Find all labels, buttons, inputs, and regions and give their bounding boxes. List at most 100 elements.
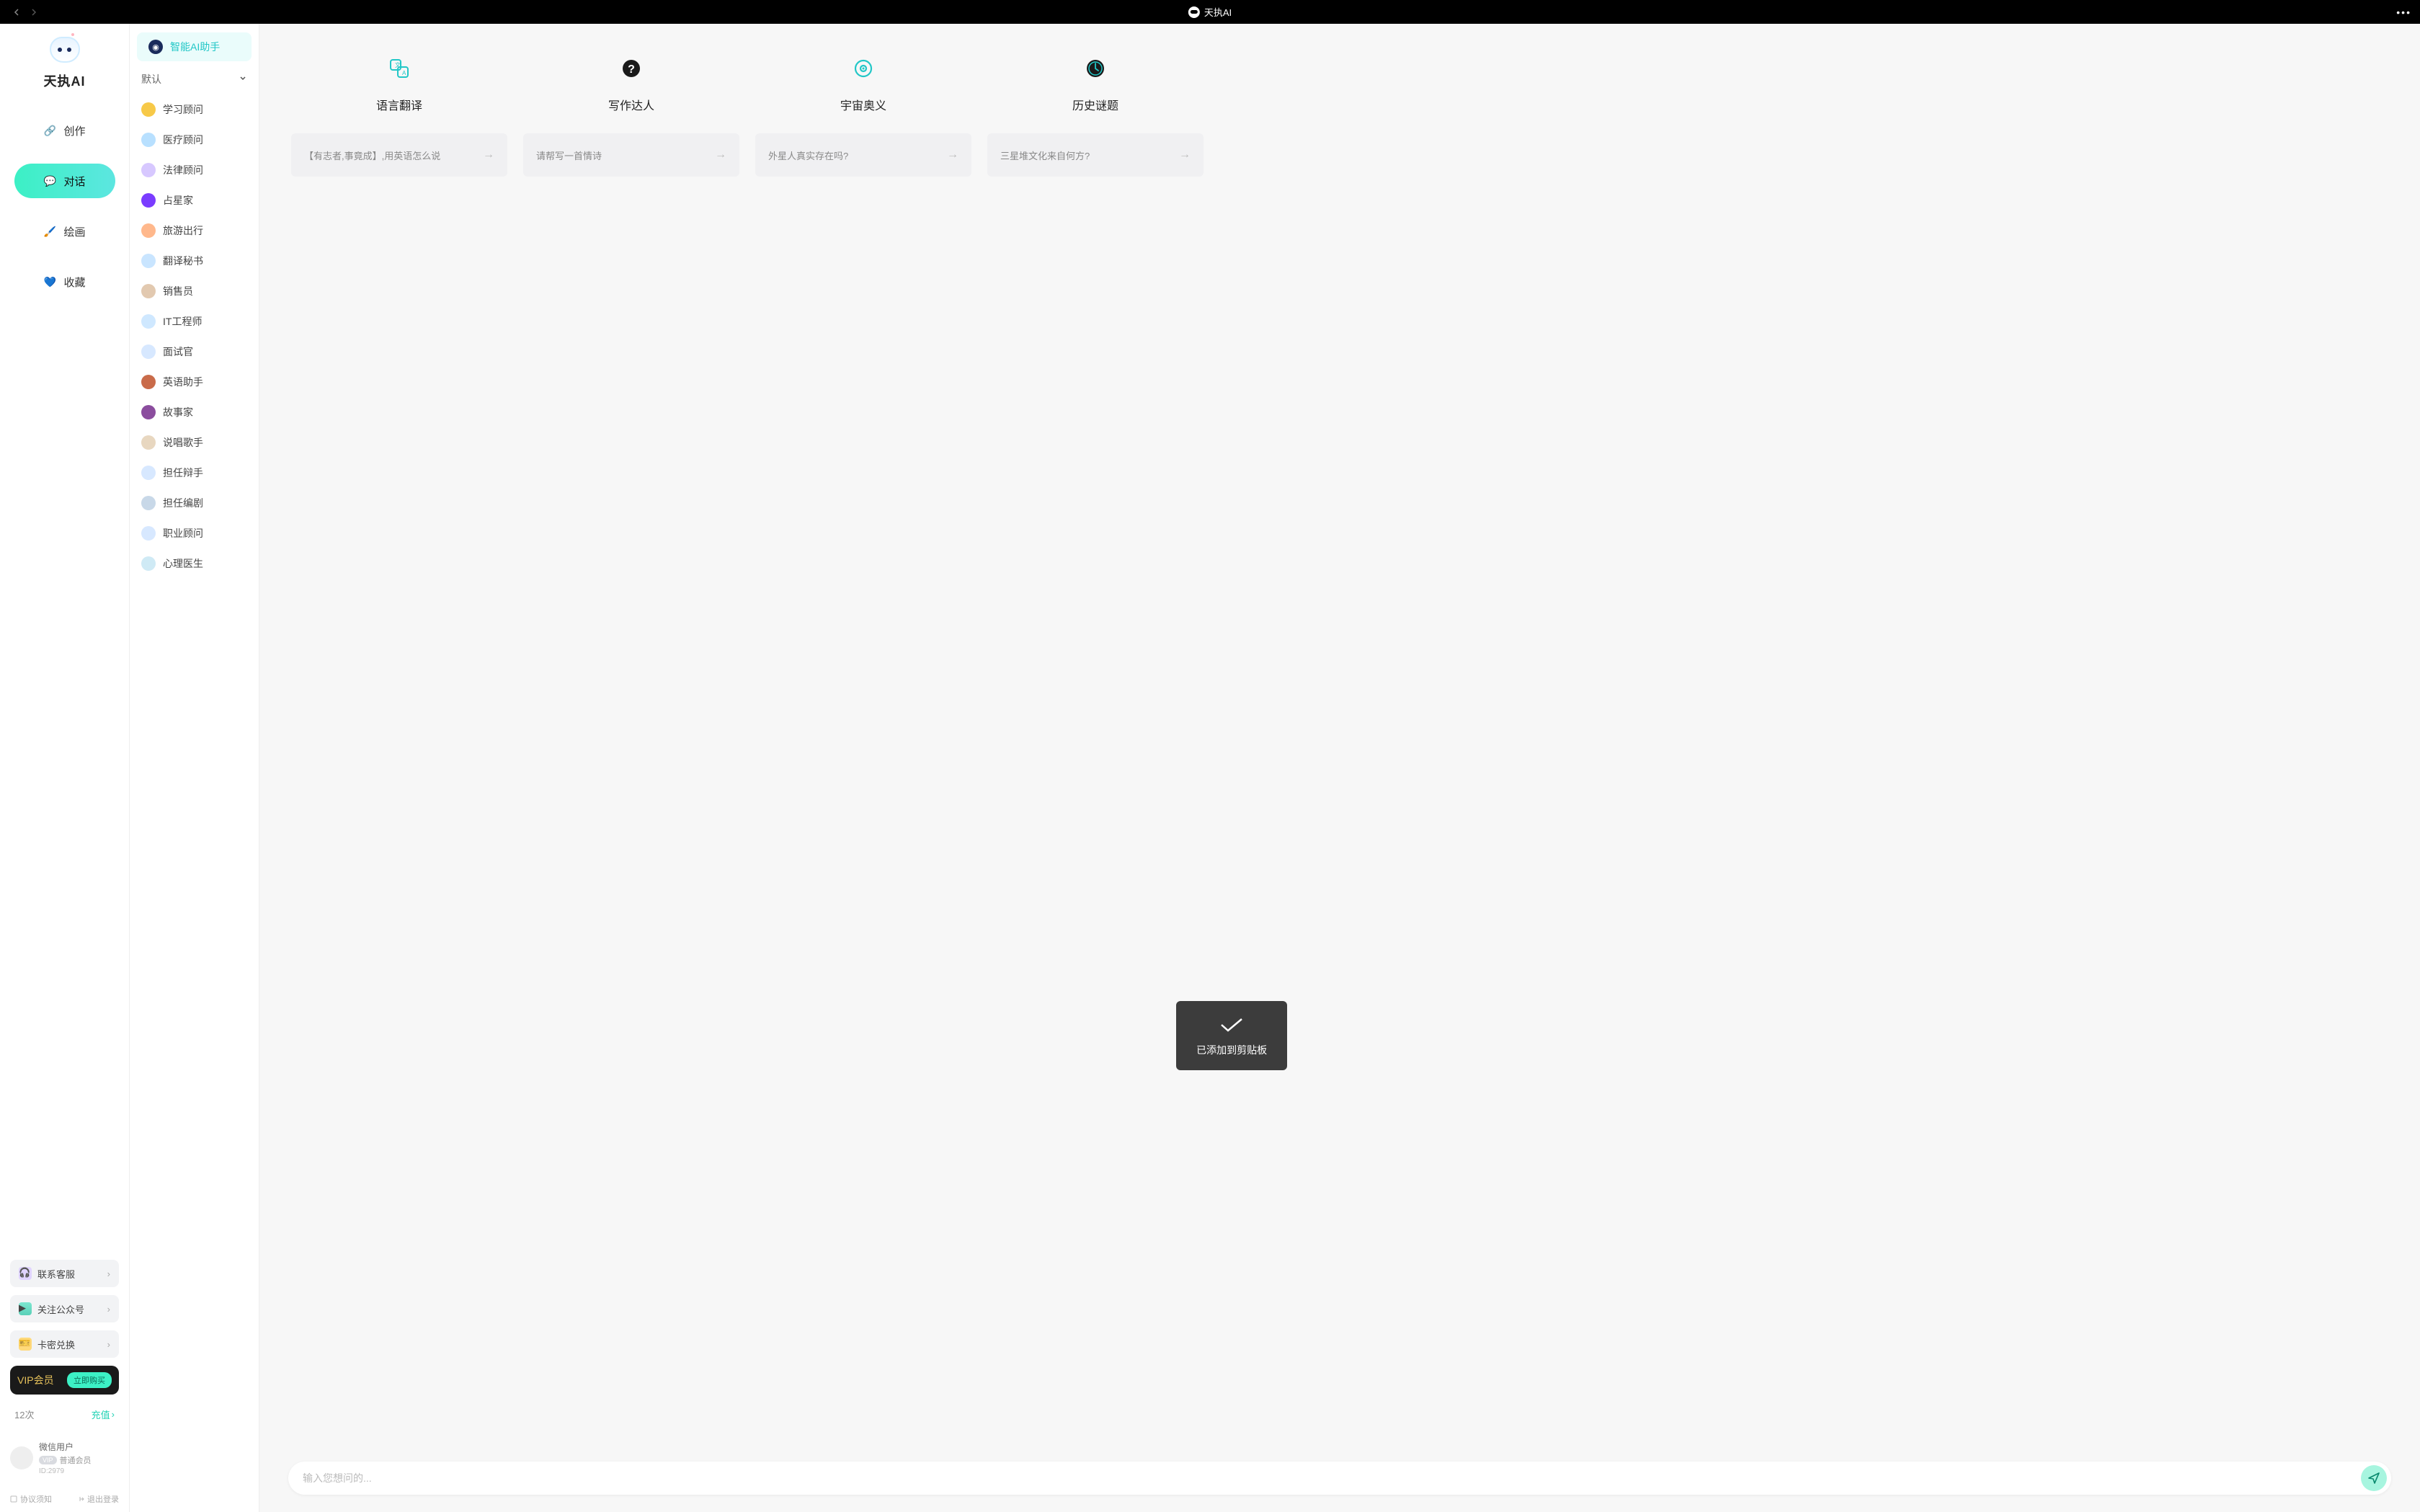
card-icon	[850, 55, 876, 81]
nav-label: 创作	[63, 123, 85, 138]
vip-label: VIP会员	[17, 1373, 54, 1387]
assistant-avatar-icon	[141, 284, 156, 298]
assistant-label: 翻译秘书	[163, 254, 203, 268]
chat-input-bar	[288, 1462, 2391, 1495]
logout-label: 退出登录	[87, 1493, 119, 1505]
credit-row: 12次 充值 ›	[10, 1402, 119, 1426]
follow-wechat-button[interactable]: ▶ 关注公众号 ›	[10, 1295, 119, 1322]
nav-label: 收藏	[63, 275, 85, 290]
nav-create[interactable]: 🔗 创作	[14, 113, 115, 148]
document-icon	[10, 1495, 17, 1503]
assistant-label: 英语助手	[163, 375, 203, 389]
nav-chat[interactable]: 💬 对话	[14, 164, 115, 198]
chevron-right-icon: ›	[112, 1409, 115, 1420]
chevron-down-icon	[239, 74, 247, 85]
card-prompt-button[interactable]: 请帮写一首情诗→	[523, 133, 739, 177]
contact-support-button[interactable]: 🎧 联系客服 ›	[10, 1260, 119, 1287]
nav-paint[interactable]: 🖌️ 绘画	[14, 214, 115, 249]
robot-icon: ◉	[148, 40, 163, 54]
app-logo-icon	[50, 37, 80, 63]
assistant-item[interactable]: 翻译秘书	[130, 246, 259, 276]
assistant-label: 说唱歌手	[163, 435, 203, 450]
user-block[interactable]: 微信用户 VIP 普通会员 ID:2979	[10, 1441, 119, 1475]
assistant-avatar-icon	[141, 375, 156, 389]
assistant-label: IT工程师	[163, 314, 202, 329]
assistant-label: 学习顾问	[163, 102, 203, 117]
assistant-avatar-icon	[141, 344, 156, 359]
card-prompt-button[interactable]: 三星堆文化来自何方?→	[987, 133, 1204, 177]
assistant-item[interactable]: 说唱歌手	[130, 427, 259, 458]
assistant-item[interactable]: 担任辩手	[130, 458, 259, 488]
logout-icon	[77, 1495, 84, 1503]
assistant-item[interactable]: 销售员	[130, 276, 259, 306]
assistant-avatar-icon	[141, 254, 156, 268]
prompt-card-grid: 文A语言翻译【有志者,事竟成】,用英语怎么说→?写作达人请帮写一首情诗→宇宙奥义…	[291, 55, 2388, 177]
toast-text: 已添加到剪贴板	[1196, 1043, 1267, 1057]
assistant-label: 职业顾问	[163, 526, 203, 541]
nav-label: 对话	[63, 174, 85, 189]
toast-clipboard: 已添加到剪贴板	[1176, 1001, 1287, 1070]
recharge-link[interactable]: 充值 ›	[92, 1408, 115, 1421]
check-icon	[1219, 1017, 1244, 1033]
assistant-avatar-icon	[141, 314, 156, 329]
paint-icon: 🖌️	[43, 225, 56, 238]
prompt-card: 宇宙奥义外星人真实存在吗?→	[755, 55, 971, 177]
assistant-item[interactable]: 故事家	[130, 397, 259, 427]
create-icon: 🔗	[43, 124, 56, 137]
assistant-avatar-icon	[141, 133, 156, 147]
assistant-avatar-icon	[141, 163, 156, 177]
prompt-card: ?写作达人请帮写一首情诗→	[523, 55, 739, 177]
primary-nav: 🔗 创作 💬 对话 🖌️ 绘画 💙 收藏	[10, 113, 119, 299]
nav-favorites[interactable]: 💙 收藏	[14, 264, 115, 299]
assistant-label: 担任辩手	[163, 466, 203, 480]
card-prompt-text: 三星堆文化来自何方?	[1000, 148, 1090, 162]
history-back-button[interactable]	[9, 4, 25, 20]
more-menu-button[interactable]: •••	[2396, 6, 2411, 18]
assistant-item[interactable]: 旅游出行	[130, 215, 259, 246]
chevron-right-icon: ›	[107, 1268, 110, 1279]
card-icon: 文A	[386, 55, 412, 81]
terms-link[interactable]: 协议须知	[10, 1493, 52, 1505]
chevron-right-icon: ›	[107, 1339, 110, 1350]
assistant-avatar-icon	[141, 405, 156, 419]
assistant-item[interactable]: 学习顾问	[130, 94, 259, 125]
assistant-item[interactable]: 心理医生	[130, 548, 259, 579]
chat-icon: 💬	[43, 174, 56, 187]
assistant-avatar-icon	[141, 435, 156, 450]
card-icon	[1082, 55, 1108, 81]
assistant-group-toggle[interactable]: 默认	[130, 64, 259, 94]
card-prompt-button[interactable]: 【有志者,事竟成】,用英语怎么说→	[291, 133, 507, 177]
chat-input[interactable]	[303, 1472, 2361, 1484]
vip-buy-button[interactable]: 立即购买	[67, 1372, 112, 1388]
assistant-label: 故事家	[163, 405, 193, 419]
assistant-item[interactable]: 医疗顾问	[130, 125, 259, 155]
avatar	[10, 1446, 33, 1469]
assistant-item[interactable]: 法律顾问	[130, 155, 259, 185]
card-prompt-button[interactable]: 外星人真实存在吗?→	[755, 133, 971, 177]
app-icon	[1188, 6, 1200, 18]
group-label: 默认	[141, 72, 161, 86]
assistant-header[interactable]: ◉ 智能AI助手	[137, 32, 252, 61]
user-level-text: 普通会员	[60, 1454, 92, 1466]
history-forward-button[interactable]	[26, 4, 42, 20]
assistant-item[interactable]: 面试官	[130, 337, 259, 367]
assistant-item[interactable]: 职业顾问	[130, 518, 259, 548]
assistant-item[interactable]: 担任编剧	[130, 488, 259, 518]
assistant-avatar-icon	[141, 466, 156, 480]
assistant-avatar-icon	[141, 223, 156, 238]
pill-label: 关注公众号	[37, 1302, 84, 1316]
credit-count: 12次	[14, 1408, 34, 1421]
assistant-label: 医疗顾问	[163, 133, 203, 147]
assistant-item[interactable]: IT工程师	[130, 306, 259, 337]
logout-link[interactable]: 退出登录	[77, 1493, 119, 1505]
assistant-label: 销售员	[163, 284, 193, 298]
redeem-code-button[interactable]: 🎫 卡密兑换 ›	[10, 1330, 119, 1358]
svg-text:文: 文	[395, 61, 401, 68]
card-icon: ?	[618, 55, 644, 81]
assistant-panel: ◉ 智能AI助手 默认 学习顾问医疗顾问法律顾问占星家旅游出行翻译秘书销售员 IT…	[130, 24, 259, 1512]
sidebar-left: 天执AI 🔗 创作 💬 对话 🖌️ 绘画 💙 收藏 🎧 联系	[0, 24, 130, 1512]
send-button[interactable]	[2361, 1465, 2387, 1491]
assistant-item[interactable]: 英语助手	[130, 367, 259, 397]
assistant-label: 法律顾问	[163, 163, 203, 177]
assistant-item[interactable]: 占星家	[130, 185, 259, 215]
